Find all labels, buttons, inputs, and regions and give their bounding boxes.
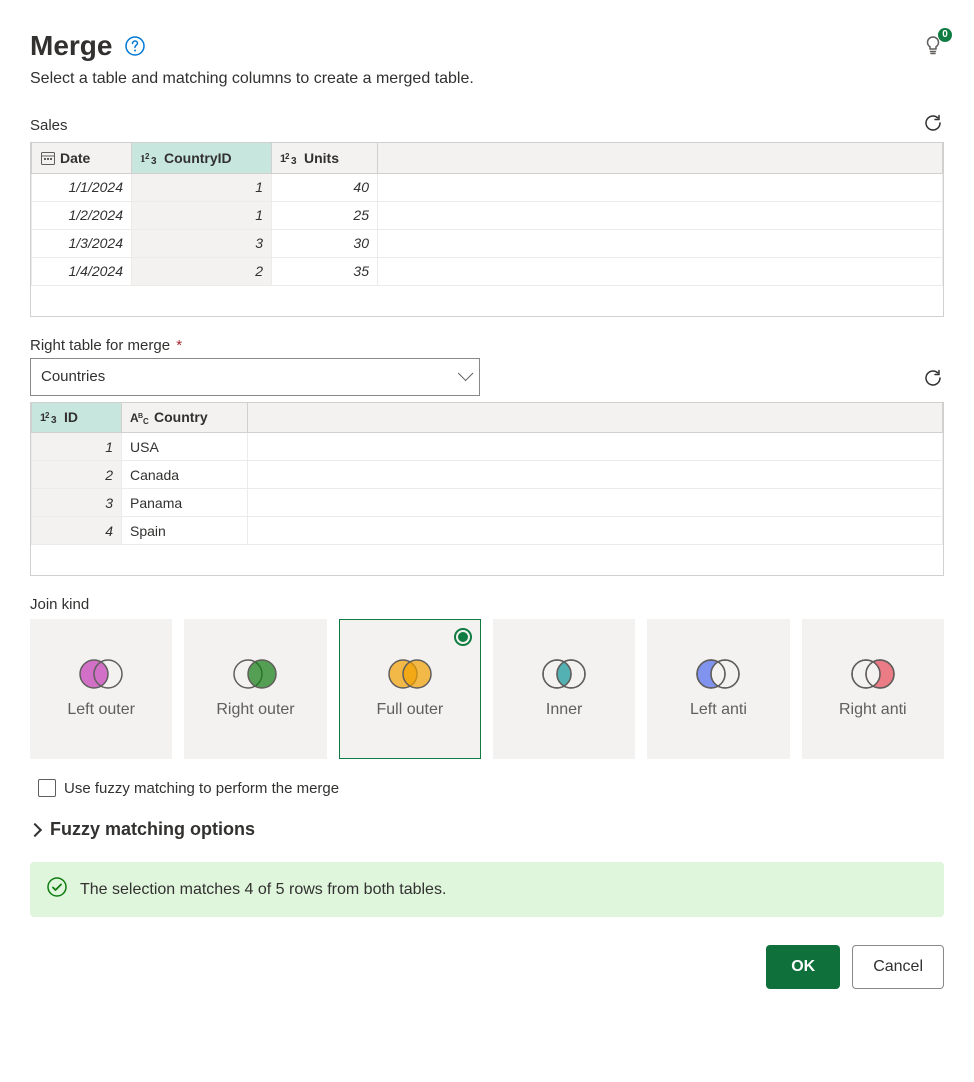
join-kind-right-anti[interactable]: Right anti <box>802 619 944 759</box>
radio-selected-icon <box>454 628 472 646</box>
venn-right-anti-icon <box>850 659 896 689</box>
cell-countryid: 1 <box>132 173 272 201</box>
cell-id: 3 <box>32 489 122 517</box>
cell-units: 40 <box>272 173 378 201</box>
join-kind-left-anti[interactable]: Left anti <box>647 619 789 759</box>
dialog-title: Merge <box>30 30 112 62</box>
svg-text:3: 3 <box>291 156 297 165</box>
table-row[interactable]: 1USA <box>32 433 943 461</box>
cell-countryid: 3 <box>132 229 272 257</box>
join-kind-label: Left anti <box>690 701 747 719</box>
join-kind-label: Right outer <box>216 701 294 719</box>
match-status-banner: The selection matches 4 of 5 rows from b… <box>30 862 944 917</box>
table-row[interactable]: 1/1/2024140 <box>32 173 943 201</box>
cell-units: 35 <box>272 257 378 285</box>
right-table-grid[interactable]: 123 ID ABC Country 1USA2Canada3Panama4 <box>30 402 944 577</box>
fuzzy-options-label: Fuzzy matching options <box>50 819 255 840</box>
ok-button[interactable]: OK <box>766 945 840 989</box>
join-kind-label: Inner <box>546 701 582 719</box>
fuzzy-matching-checkbox[interactable] <box>38 779 56 797</box>
dialog-subtitle: Select a table and matching columns to c… <box>30 70 944 88</box>
column-header-countryid[interactable]: 123 CountryID <box>132 143 272 173</box>
column-header-id[interactable]: 123 ID <box>32 403 122 433</box>
cell-country: USA <box>122 433 248 461</box>
right-table-dropdown[interactable]: Countries <box>30 358 480 396</box>
success-icon <box>46 876 68 903</box>
cell-country: Panama <box>122 489 248 517</box>
fuzzy-options-expander[interactable]: Fuzzy matching options <box>30 819 944 840</box>
cell-units: 25 <box>272 201 378 229</box>
table-row[interactable]: 1/3/2024330 <box>32 229 943 257</box>
left-table-grid[interactable]: Date 123 CountryID 123 <box>30 142 944 317</box>
refresh-left-icon[interactable] <box>922 112 944 138</box>
text-type-icon: ABC <box>130 410 150 424</box>
venn-full-outer-icon <box>387 659 433 689</box>
svg-text:2: 2 <box>285 152 290 161</box>
refresh-right-icon[interactable] <box>922 367 944 392</box>
cell-date: 1/2/2024 <box>32 201 132 229</box>
cancel-button[interactable]: Cancel <box>852 945 944 989</box>
join-kind-label: Left outer <box>67 701 135 719</box>
venn-right-outer-icon <box>232 659 278 689</box>
venn-left-anti-icon <box>695 659 741 689</box>
column-header-units[interactable]: 123 Units <box>272 143 378 173</box>
join-kind-label: Join kind <box>30 596 89 613</box>
join-kind-label: Right anti <box>839 701 907 719</box>
tips-button[interactable]: 0 <box>922 34 944 59</box>
fuzzy-matching-label: Use fuzzy matching to perform the merge <box>64 780 339 797</box>
column-header-filler <box>378 143 943 173</box>
column-header-country[interactable]: ABC Country <box>122 403 248 433</box>
chevron-down-icon <box>458 368 469 385</box>
cell-units: 30 <box>272 229 378 257</box>
svg-text:2: 2 <box>145 152 150 161</box>
column-header-date[interactable]: Date <box>32 143 132 173</box>
join-kind-label: Full outer <box>376 701 443 719</box>
date-type-icon <box>40 150 56 166</box>
table-row[interactable]: 2Canada <box>32 461 943 489</box>
right-table-dropdown-value: Countries <box>41 368 105 385</box>
help-icon[interactable] <box>124 35 146 57</box>
cell-countryid: 1 <box>132 201 272 229</box>
cell-country: Spain <box>122 517 248 545</box>
match-status-text: The selection matches 4 of 5 rows from b… <box>80 881 446 899</box>
join-kind-full-outer[interactable]: Full outer <box>339 619 481 759</box>
number-type-icon: 123 <box>40 410 60 424</box>
venn-left-outer-icon <box>78 659 124 689</box>
cell-id: 2 <box>32 461 122 489</box>
number-type-icon: 123 <box>140 151 160 165</box>
column-header-filler <box>248 403 943 433</box>
svg-text:C: C <box>143 417 149 424</box>
cell-date: 1/1/2024 <box>32 173 132 201</box>
table-row[interactable]: 4Spain <box>32 517 943 545</box>
table-row[interactable]: 1/2/2024125 <box>32 201 943 229</box>
cell-date: 1/4/2024 <box>32 257 132 285</box>
venn-inner-icon <box>541 659 587 689</box>
join-kind-inner[interactable]: Inner <box>493 619 635 759</box>
right-table-label: Right table for merge <box>30 337 170 354</box>
cell-date: 1/3/2024 <box>32 229 132 257</box>
cell-id: 4 <box>32 517 122 545</box>
tips-badge: 0 <box>938 28 952 42</box>
cell-id: 1 <box>32 433 122 461</box>
left-table-name: Sales <box>30 117 68 134</box>
svg-text:3: 3 <box>51 415 57 424</box>
table-row[interactable]: 3Panama <box>32 489 943 517</box>
join-kind-right-outer[interactable]: Right outer <box>184 619 326 759</box>
cell-country: Canada <box>122 461 248 489</box>
cell-countryid: 2 <box>132 257 272 285</box>
table-row[interactable]: 1/4/2024235 <box>32 257 943 285</box>
required-asterisk: * <box>176 337 182 354</box>
join-kind-left-outer[interactable]: Left outer <box>30 619 172 759</box>
number-type-icon: 123 <box>280 151 300 165</box>
svg-text:3: 3 <box>151 156 157 165</box>
chevron-right-icon <box>30 819 42 840</box>
svg-text:2: 2 <box>45 411 50 420</box>
